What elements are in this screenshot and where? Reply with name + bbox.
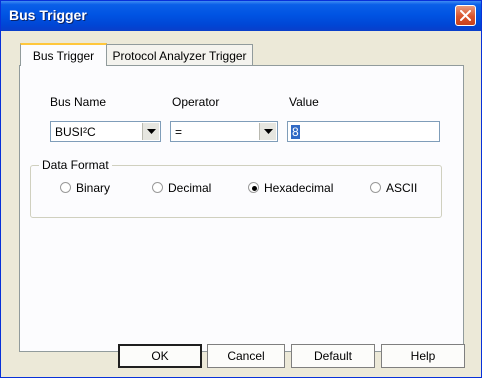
ok-button-label: OK — [151, 349, 169, 363]
default-button[interactable]: Default — [291, 344, 375, 368]
bus-name-select[interactable]: BUSI²C — [50, 121, 161, 142]
radio-decimal-label: Decimal — [168, 181, 212, 195]
window-title: Bus Trigger — [9, 7, 87, 23]
cancel-button[interactable]: Cancel — [207, 344, 285, 368]
radio-selected-dot-icon — [252, 186, 257, 191]
help-button[interactable]: Help — [381, 344, 465, 368]
ok-button[interactable]: OK — [118, 344, 202, 368]
bus-name-value: BUSI²C — [55, 125, 96, 139]
help-button-label: Help — [410, 349, 436, 363]
radio-circle-icon — [370, 182, 381, 193]
bus-name-label: Bus Name — [50, 95, 107, 109]
tab-bus-trigger[interactable]: Bus Trigger — [20, 43, 107, 66]
value-label: Value — [289, 95, 319, 109]
value-input-text: 8 — [291, 125, 300, 139]
radio-binary-label: Binary — [76, 181, 111, 195]
default-button-label: Default — [313, 349, 353, 363]
title-bar[interactable]: Bus Trigger — [1, 1, 481, 31]
tab-bus-trigger-label: Bus Trigger — [32, 49, 95, 63]
close-icon — [460, 10, 471, 21]
operator-value: = — [175, 125, 183, 139]
value-input[interactable]: 8 — [287, 121, 440, 142]
tab-protocol-analyzer-trigger-label: Protocol Analyzer Trigger — [112, 49, 247, 63]
radio-ascii-label: ASCII — [386, 181, 418, 195]
chevron-down-icon — [264, 129, 273, 134]
operator-label: Operator — [172, 95, 220, 109]
radio-circle-icon — [248, 182, 259, 193]
bus-name-dropdown-button[interactable] — [142, 123, 159, 140]
cancel-button-label: Cancel — [227, 349, 265, 363]
radio-circle-icon — [152, 182, 163, 193]
operator-select[interactable]: = — [170, 121, 278, 142]
operator-dropdown-button[interactable] — [259, 123, 276, 140]
radio-circle-icon — [60, 182, 71, 193]
radio-hexadecimal-label: Hexadecimal — [264, 181, 334, 195]
tab-protocol-analyzer-trigger[interactable]: Protocol Analyzer Trigger — [107, 44, 253, 65]
close-button[interactable] — [455, 5, 476, 26]
chevron-down-icon — [147, 129, 156, 134]
data-format-legend: Data Format — [39, 158, 112, 172]
